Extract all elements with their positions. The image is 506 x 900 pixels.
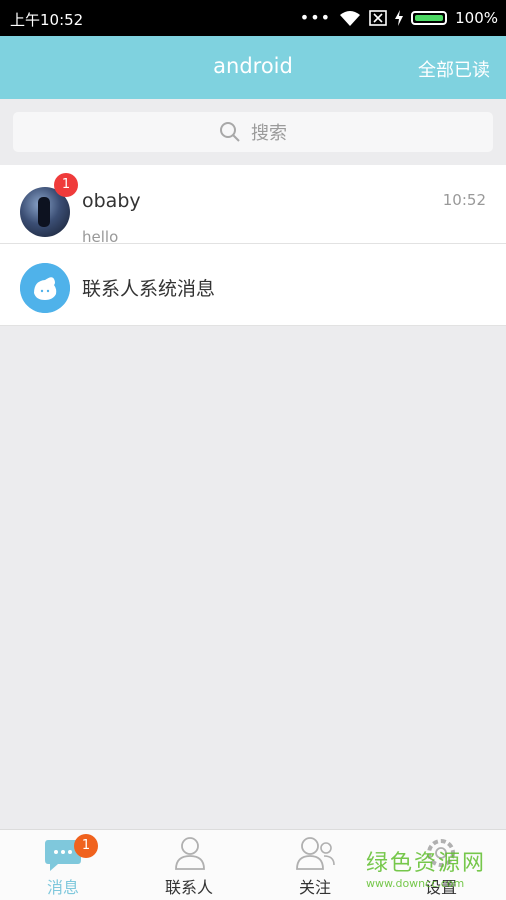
person-icon bbox=[175, 837, 205, 870]
status-bar: 上午10:52 ••• 100% bbox=[0, 0, 506, 36]
tab-contacts[interactable]: 联系人 bbox=[126, 830, 252, 900]
search-bar[interactable]: 搜索 bbox=[13, 112, 493, 152]
search-icon bbox=[220, 122, 240, 142]
status-icons: ••• 100% bbox=[300, 8, 498, 27]
watermark: 绿色资源网 www.downcc.com bbox=[366, 845, 486, 890]
people-icon bbox=[296, 837, 335, 870]
conversation-time: 10:52 bbox=[442, 191, 486, 209]
search-placeholder: 搜索 bbox=[251, 123, 287, 144]
tab-following[interactable]: 关注 bbox=[252, 830, 378, 900]
wifi-icon bbox=[340, 10, 361, 26]
conversation-name: 联系人系统消息 bbox=[82, 278, 216, 300]
bottom-tab-bar: 1 消息 联系人 关注 设置 绿色资源网 www.downcc.com bbox=[0, 829, 506, 900]
tab-label: 联系人 bbox=[164, 878, 213, 897]
tab-badge: 1 bbox=[74, 834, 98, 858]
status-time: 上午10:52 bbox=[10, 11, 84, 29]
signal-dots: ••• bbox=[299, 8, 332, 27]
unread-badge: 1 bbox=[54, 173, 78, 197]
tab-label: 关注 bbox=[298, 878, 331, 897]
app-header: android 全部已读 bbox=[0, 36, 506, 99]
conversation-name: obaby bbox=[82, 190, 141, 212]
watermark-text: 绿色资源网 bbox=[365, 851, 486, 876]
conversation-list: 1 obaby hello 10:52 联系人系统消息 bbox=[0, 165, 506, 326]
conversation-item[interactable]: 联系人系统消息 bbox=[0, 244, 506, 326]
mark-all-read-button[interactable]: 全部已读 bbox=[418, 56, 490, 82]
watermark-url: www.downcc.com bbox=[365, 877, 465, 890]
battery-icon bbox=[411, 10, 448, 25]
conversation-item[interactable]: 1 obaby hello 10:52 bbox=[0, 165, 506, 246]
tab-label: 消息 bbox=[46, 878, 79, 897]
charging-icon bbox=[395, 9, 404, 26]
tab-messages[interactable]: 1 消息 bbox=[0, 830, 126, 900]
sim-off-icon bbox=[369, 9, 387, 26]
system-message-avatar bbox=[20, 263, 70, 313]
search-area: 搜索 bbox=[0, 99, 506, 165]
battery-percentage: 100% bbox=[455, 8, 498, 27]
